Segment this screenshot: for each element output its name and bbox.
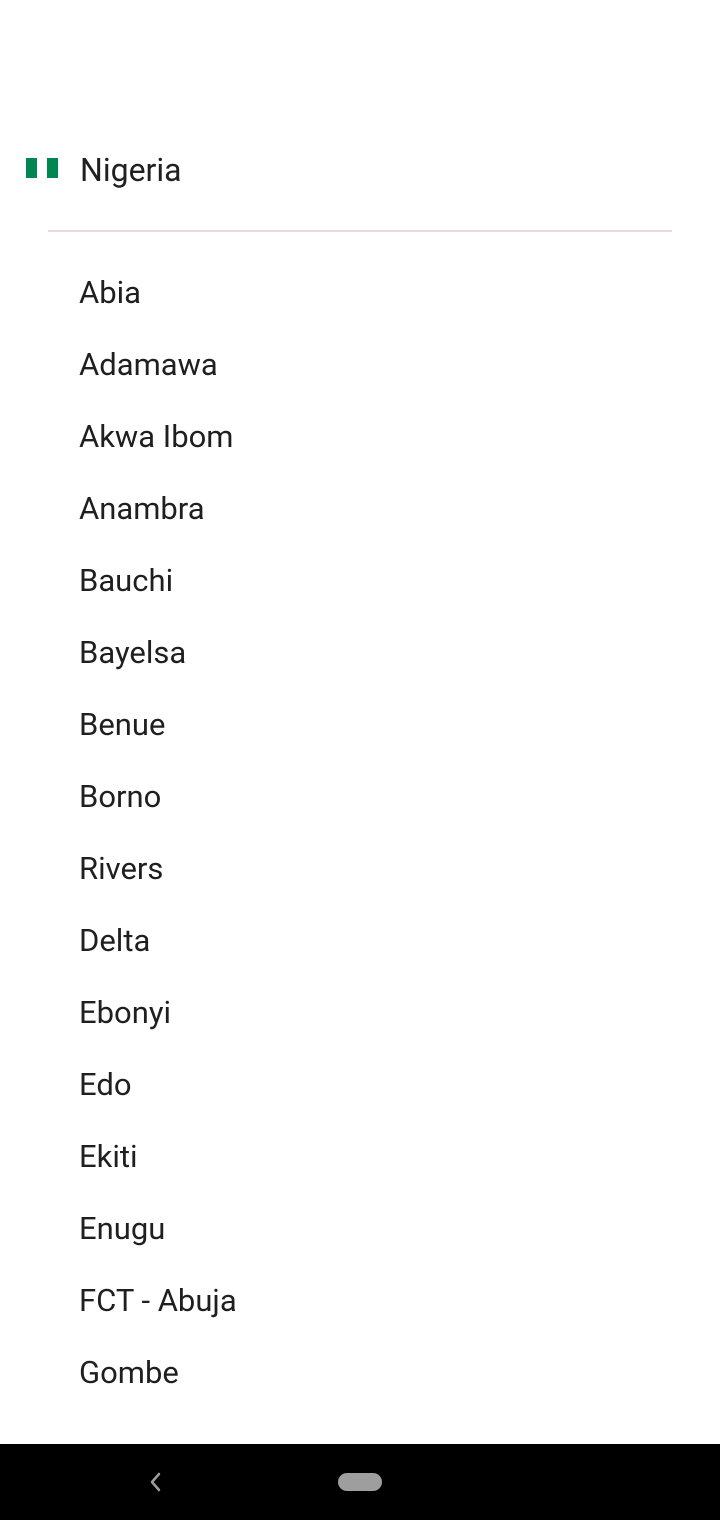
state-label: Rivers	[79, 850, 164, 887]
state-item-akwa-ibom[interactable]: Akwa Ibom	[0, 401, 720, 473]
state-picker-screen: Nigeria Abia Adamawa Akwa Ibom Anambra B…	[0, 0, 720, 1520]
state-list: Abia Adamawa Akwa Ibom Anambra Bauchi Ba…	[0, 257, 720, 1409]
state-item-fct-abuja[interactable]: FCT - Abuja	[0, 1265, 720, 1337]
state-item-bayelsa[interactable]: Bayelsa	[0, 617, 720, 689]
state-label: Benue	[79, 706, 166, 743]
state-label: Bauchi	[79, 562, 174, 599]
state-label: Bayelsa	[79, 634, 187, 671]
state-item-bauchi[interactable]: Bauchi	[0, 545, 720, 617]
state-item-delta[interactable]: Delta	[0, 905, 720, 977]
state-item-benue[interactable]: Benue	[0, 689, 720, 761]
state-item-abia[interactable]: Abia	[0, 257, 720, 329]
state-label: Edo	[79, 1066, 132, 1103]
state-label: Borno	[79, 778, 162, 815]
state-item-rivers[interactable]: Rivers	[0, 833, 720, 905]
state-item-ekiti[interactable]: Ekiti	[0, 1121, 720, 1193]
state-label: Delta	[79, 922, 151, 959]
state-label: Ebonyi	[79, 994, 172, 1031]
nigeria-flag-icon	[26, 158, 58, 178]
state-item-edo[interactable]: Edo	[0, 1049, 720, 1121]
state-label: FCT - Abuja	[79, 1282, 237, 1319]
state-item-anambra[interactable]: Anambra	[0, 473, 720, 545]
country-selector[interactable]: Nigeria	[0, 130, 720, 210]
chevron-left-icon[interactable]	[140, 1464, 170, 1500]
state-label: Abia	[79, 274, 142, 311]
home-pill-icon[interactable]	[338, 1473, 382, 1491]
divider	[48, 230, 672, 232]
state-label: Akwa Ibom	[79, 418, 234, 455]
country-name: Nigeria	[80, 151, 182, 189]
state-item-borno[interactable]: Borno	[0, 761, 720, 833]
state-label: Enugu	[79, 1210, 166, 1247]
state-item-adamawa[interactable]: Adamawa	[0, 329, 720, 401]
state-label: Anambra	[79, 490, 205, 527]
state-item-ebonyi[interactable]: Ebonyi	[0, 977, 720, 1049]
state-label: Gombe	[79, 1354, 179, 1391]
state-item-enugu[interactable]: Enugu	[0, 1193, 720, 1265]
state-label: Adamawa	[79, 346, 218, 383]
state-label: Ekiti	[79, 1138, 138, 1175]
system-navigation-bar	[0, 1444, 720, 1520]
state-item-gombe[interactable]: Gombe	[0, 1337, 720, 1409]
